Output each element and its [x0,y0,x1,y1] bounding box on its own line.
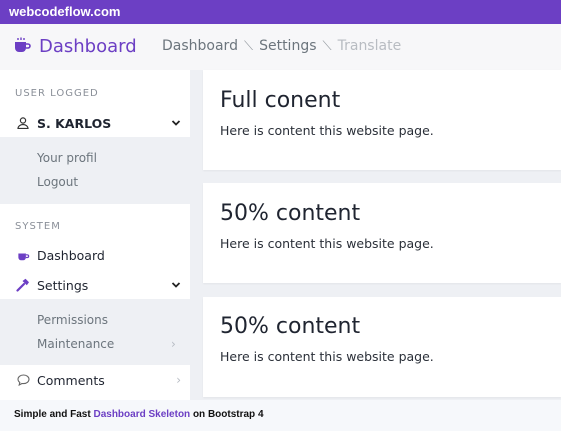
sidebar-item-label: Dashboard [37,247,105,263]
hammer-icon [15,278,31,292]
card-title: 50% content [220,314,361,339]
user-menu-toggle[interactable]: S. KARLOS [15,110,181,136]
sidebar-item-logout[interactable]: Logout [37,175,78,189]
caption-prefix: Simple and Fast [14,409,94,420]
breadcrumb-translate: Translate [337,38,402,54]
content-card-full: Full conent Here is content this website… [203,70,561,170]
card-text: Here is content this website page. [220,123,434,138]
footer-caption: Simple and Fast Dashboard Skeleton on Bo… [0,400,561,431]
caption-text: Simple and Fast Dashboard Skeleton on Bo… [14,409,264,420]
user-name: S. KARLOS [37,115,112,131]
card-title: Full conent [220,88,341,113]
user-icon [15,117,31,129]
breadcrumb-separator: ⟍ [243,38,254,54]
coffee-cup-icon [15,250,31,261]
sidebar-item-settings[interactable]: Settings [15,272,181,298]
breadcrumb-separator: ⟍ [322,38,332,54]
card-text: Here is content this website page. [220,349,434,364]
chevron-down-icon [171,279,181,292]
sidebar-item-comments[interactable]: Comments › [15,367,181,393]
header: Dashboard Dashboard ⟍ Settings ⟍ Transla… [0,24,561,70]
breadcrumb-settings[interactable]: Settings [259,38,316,54]
user-submenu: Your profil Logout [0,137,190,204]
caption-suffix: on Bootstrap 4 [190,409,264,420]
sidebar-item-your-profil[interactable]: Your profil [37,151,97,165]
content-card-half: 50% content Here is content this website… [203,297,561,397]
comment-icon [15,374,31,386]
sidebar-item-label: Settings [37,277,89,293]
breadcrumb: Dashboard ⟍ Settings ⟍ Translate [162,38,401,54]
sidebar-item-maintenance[interactable]: Maintenance [37,337,114,351]
brand-link[interactable]: Dashboard [13,36,137,57]
card-text: Here is content this website page. [220,236,434,251]
brand-title: Dashboard [39,36,137,57]
content-card-half: 50% content Here is content this website… [203,183,561,283]
settings-submenu: Permissions Maintenance › [0,299,190,365]
chevron-right-icon: › [171,337,176,351]
section-system: SYSTEM [15,221,61,232]
breadcrumb-dashboard[interactable]: Dashboard [162,38,238,54]
coffee-cup-icon [13,37,32,57]
site-banner: webcodeflow.com [0,0,561,24]
caption-link[interactable]: Dashboard Skeleton [93,409,190,420]
site-name: webcodeflow.com [9,4,121,19]
chevron-right-icon: › [176,373,181,387]
card-title: 50% content [220,201,361,226]
sidebar-item-dashboard[interactable]: Dashboard [15,242,181,268]
section-user-logged: USER LOGGED [15,88,99,99]
sidebar: USER LOGGED S. KARLOS Your profil Logout… [0,70,190,400]
sidebar-item-label: Comments [37,372,105,388]
sidebar-item-permissions[interactable]: Permissions [37,313,108,327]
chevron-down-icon [171,117,181,130]
